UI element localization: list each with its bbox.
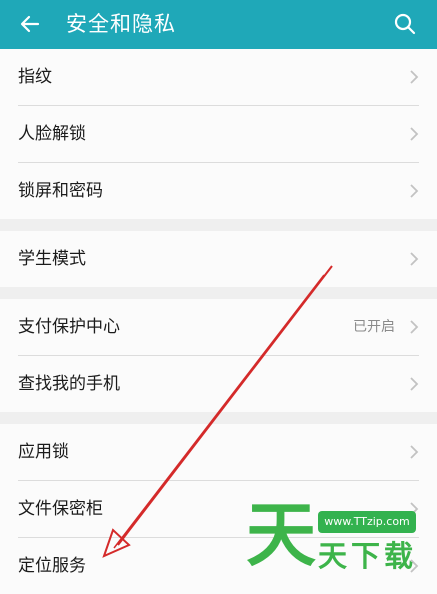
settings-item-payment-protection[interactable]: 支付保护中心 已开启 xyxy=(18,299,419,356)
watermark-site: www.TTzip.com xyxy=(318,511,416,533)
app-bar: 安全和隐私 xyxy=(0,0,437,49)
settings-item-label: 查找我的手机 xyxy=(18,374,120,394)
chevron-right-icon xyxy=(405,373,423,395)
settings-item-label: 支付保护中心 xyxy=(18,317,120,337)
settings-group: 学生模式 xyxy=(0,231,437,287)
search-icon[interactable] xyxy=(391,10,419,38)
chevron-right-icon xyxy=(405,180,423,202)
group-divider xyxy=(0,219,437,231)
settings-item-label: 定位服务 xyxy=(18,556,86,576)
settings-item-label: 文件保密柜 xyxy=(18,499,103,519)
chevron-right-icon xyxy=(405,248,423,270)
settings-item-lock-screen[interactable]: 锁屏和密码 xyxy=(18,163,419,219)
settings-item-label: 指纹 xyxy=(18,67,52,87)
settings-group: 支付保护中心 已开启 查找我的手机 xyxy=(0,299,437,412)
settings-item-app-lock[interactable]: 应用锁 xyxy=(18,424,419,481)
settings-group: 指纹 人脸解锁 锁屏和密码 xyxy=(0,49,437,219)
settings-item-label: 应用锁 xyxy=(18,442,69,462)
status-value: 已开启 xyxy=(353,319,395,335)
group-divider xyxy=(0,287,437,299)
page-title: 安全和隐私 xyxy=(66,12,176,36)
settings-item-student-mode[interactable]: 学生模式 xyxy=(18,231,419,287)
settings-item-face-unlock[interactable]: 人脸解锁 xyxy=(18,106,419,163)
watermark-text: 天下载 xyxy=(318,539,418,573)
chevron-right-icon xyxy=(405,441,423,463)
chevron-right-icon xyxy=(405,123,423,145)
chevron-right-icon xyxy=(405,66,423,88)
watermark-logo-char: 天 xyxy=(246,494,316,576)
settings-item-label: 人脸解锁 xyxy=(18,124,86,144)
settings-item-label: 锁屏和密码 xyxy=(18,181,103,201)
chevron-right-icon xyxy=(405,316,423,338)
group-divider xyxy=(0,412,437,424)
settings-item-label: 学生模式 xyxy=(18,249,86,269)
back-arrow-icon[interactable] xyxy=(16,10,44,38)
settings-item-find-my-phone[interactable]: 查找我的手机 xyxy=(18,356,419,412)
settings-item-fingerprint[interactable]: 指纹 xyxy=(18,49,419,106)
